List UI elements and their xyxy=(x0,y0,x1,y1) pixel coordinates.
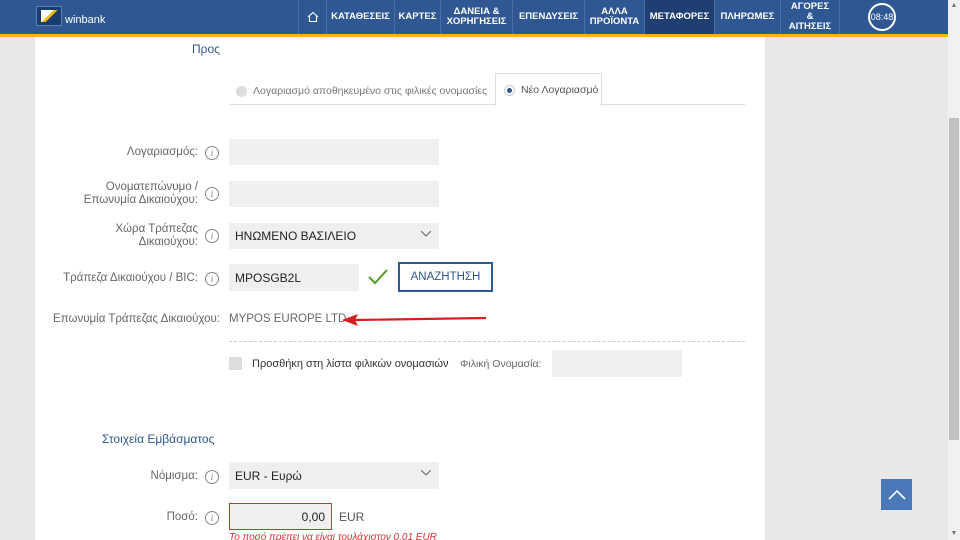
nav-purchases-requests[interactable]: ΑΓΟΡΕΣ & ΑΙΤΗΣΕΙΣ xyxy=(780,0,840,34)
beneficiary-label-line1: Ονοματεπώνυμο / xyxy=(105,181,198,193)
add-friendly-label: Προσθήκη στη λίστα φιλικών ονομασιών xyxy=(252,358,449,370)
logo-mark xyxy=(36,6,62,26)
bic-input[interactable]: MPOSGB2L xyxy=(229,264,359,291)
nav-loans[interactable]: ΔΑΝΕΙΑ & ΧΟΡΗΓΗΣΕΙΣ xyxy=(440,0,512,34)
add-friendly-checkbox[interactable] xyxy=(229,357,242,370)
scroll-up-arrow[interactable]: ▲ xyxy=(948,0,960,12)
friendly-name-label: Φιλική Ονομασία: xyxy=(460,358,542,370)
nav-transfers[interactable]: ΜΕΤΑΦΟΡΕΣ xyxy=(644,0,714,34)
info-icon[interactable]: i xyxy=(205,511,219,525)
nav-deposits[interactable]: ΚΑΤΑΘΕΣΕΙΣ xyxy=(326,0,394,34)
nav-payments[interactable]: ΠΛΗΡΩΜΕΣ xyxy=(714,0,780,34)
currency-label: Νόμισμα: xyxy=(150,470,198,482)
country-label-line2: Δικαιούχου: xyxy=(138,236,198,248)
bic-input-value: MPOSGB2L xyxy=(235,270,302,285)
currency-select-value: EUR - Ευρώ xyxy=(235,468,302,483)
scrollbar[interactable]: ▲ ▼ xyxy=(948,0,960,540)
chevron-down-icon xyxy=(421,470,431,476)
radio-saved[interactable] xyxy=(236,85,247,97)
country-label: Χώρα Τράπεζας Δικαιούχου: xyxy=(60,223,198,249)
info-icon[interactable]: i xyxy=(205,187,219,201)
remittance-title: Στοιχεία Εμβάσματος xyxy=(102,432,215,446)
info-icon[interactable]: i xyxy=(205,146,219,160)
scroll-down-arrow[interactable]: ▼ xyxy=(948,528,960,540)
tab-saved-account[interactable]: Λογαριασμό αποθηκευμένο στις φιλικές ονο… xyxy=(236,84,487,98)
friendly-name-input[interactable] xyxy=(552,350,682,377)
home-icon[interactable] xyxy=(298,0,326,34)
bank-name-value: MYPOS EUROPE LTD xyxy=(229,313,347,325)
winbank-logo[interactable]: winbank xyxy=(36,6,105,26)
bic-label: Τράπεζα Δικαιούχου / BIC: xyxy=(63,272,198,284)
bank-name-label: Επωνυμία Τράπεζας Δικαιούχου: xyxy=(53,313,220,325)
annotation-arrow xyxy=(342,314,487,326)
info-icon[interactable]: i xyxy=(205,229,219,243)
logo-text: winbank xyxy=(65,14,106,26)
tab-saved-label: Λογαριασμό αποθηκευμένο στις φιλικές ονο… xyxy=(253,85,488,97)
nav-other-products[interactable]: ΑΛΛΑ ΠΡΟΪΟΝΤΑ xyxy=(584,0,644,34)
amount-input-value: 0,00 xyxy=(301,509,325,524)
account-input[interactable] xyxy=(229,139,439,165)
dashed-divider xyxy=(229,341,745,342)
amount-error: Το ποσό πρέπει να είναι τουλάχιστον 0,01… xyxy=(229,532,437,540)
beneficiary-label: Ονοματεπώνυμο / Επωνυμία Δικαιούχου: xyxy=(60,181,198,207)
tab-divider-right xyxy=(602,104,745,105)
main-nav: ΚΑΤΑΘΕΣΕΙΣ ΚΑΡΤΕΣ ΔΑΝΕΙΑ & ΧΟΡΗΓΗΣΕΙΣ ΕΠ… xyxy=(298,0,840,34)
currency-select[interactable]: EUR - Ευρώ xyxy=(229,462,439,489)
top-header: winbank ΚΑΤΑΘΕΣΕΙΣ ΚΑΡΤΕΣ ΔΑΝΕΙΑ & ΧΟΡΗΓ… xyxy=(0,0,948,34)
chevron-down-icon xyxy=(421,231,431,237)
country-select-value: ΗΝΩΜΕΝΟ ΒΑΣΙΛΕΙΟ xyxy=(235,229,357,243)
info-icon[interactable]: i xyxy=(205,272,219,286)
beneficiary-name-input[interactable] xyxy=(229,181,439,207)
scroll-to-top-button[interactable] xyxy=(881,479,912,510)
amount-unit: EUR xyxy=(339,510,365,524)
search-button[interactable]: ΑΝΑΖΗΤΗΣΗ xyxy=(398,262,493,292)
to-section-title: Προς xyxy=(192,42,220,56)
country-label-line1: Χώρα Τράπεζας xyxy=(115,223,198,235)
info-icon[interactable]: i xyxy=(205,470,219,484)
checkmark-icon xyxy=(368,269,388,285)
radio-new[interactable] xyxy=(504,84,515,96)
session-timer: 08:48 xyxy=(868,3,896,31)
country-select[interactable]: ΗΝΩΜΕΝΟ ΒΑΣΙΛΕΙΟ xyxy=(229,223,439,249)
amount-input[interactable]: 0,00 xyxy=(229,503,332,530)
nav-cards[interactable]: ΚΑΡΤΕΣ xyxy=(394,0,440,34)
arrow-up-icon xyxy=(887,489,906,500)
tab-new-account[interactable]: Νέο Λογαριασμό xyxy=(495,73,602,106)
scroll-thumb[interactable] xyxy=(949,118,959,440)
beneficiary-label-line2: Επωνυμία Δικαιούχου: xyxy=(83,194,198,206)
amount-label: Ποσό: xyxy=(166,511,198,523)
tab-new-label: Νέο Λογαριασμό xyxy=(521,84,599,96)
account-label: Λογαριασμός: xyxy=(126,146,198,158)
nav-investments[interactable]: ΕΠΕΝΔΥΣΕΙΣ xyxy=(512,0,584,34)
tab-divider-left xyxy=(229,104,495,105)
